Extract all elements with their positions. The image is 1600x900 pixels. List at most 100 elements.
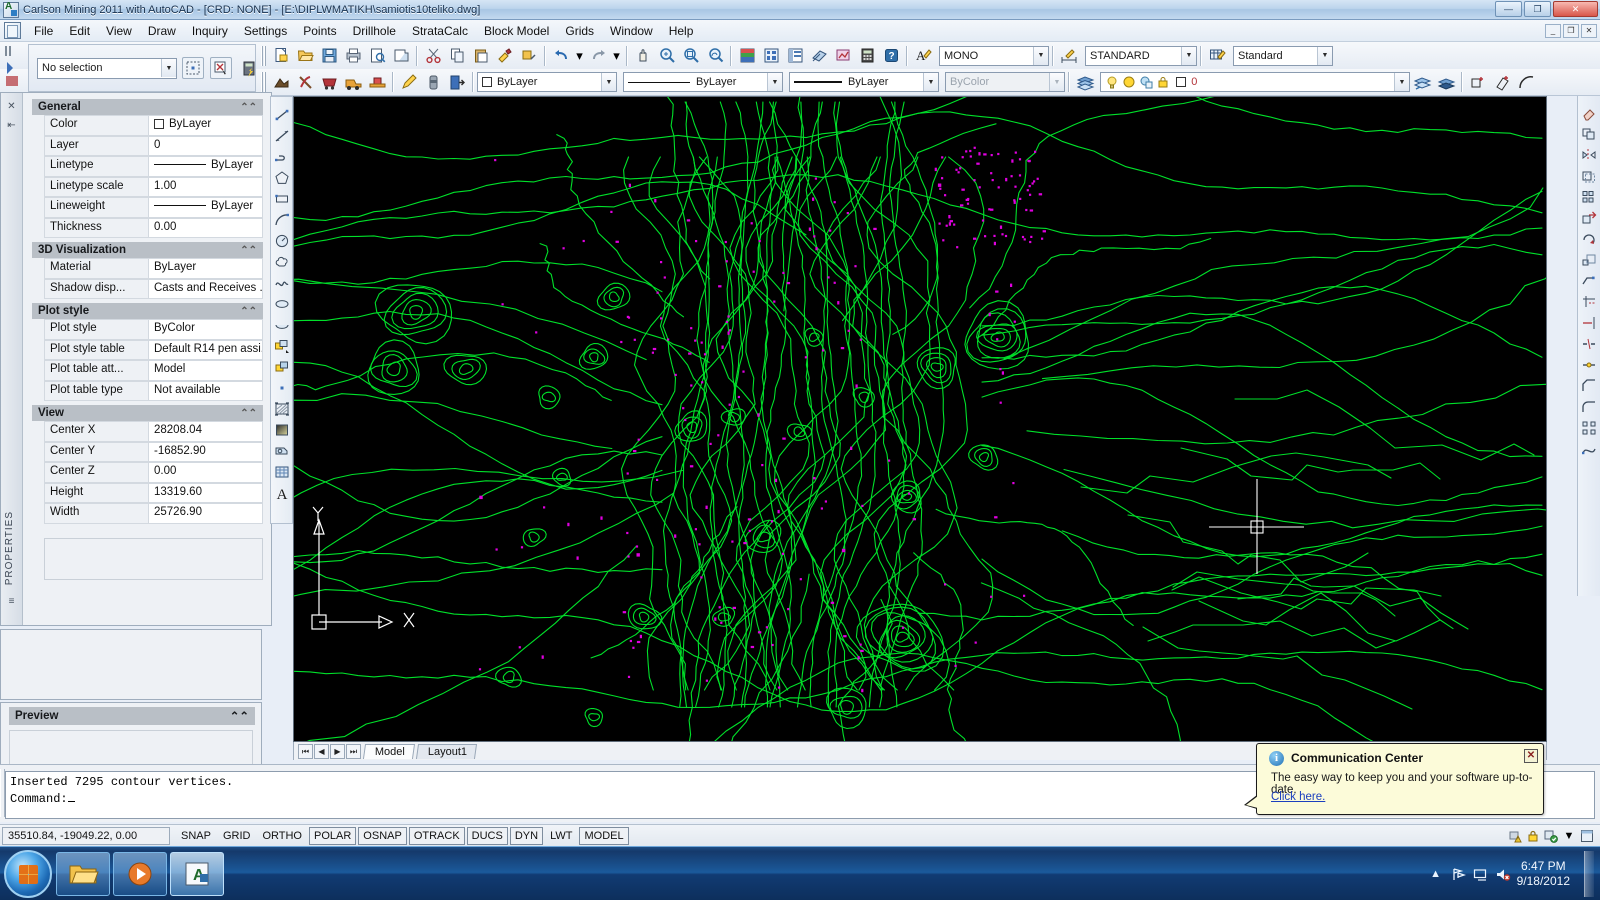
edit-polyline-icon[interactable] [1579,438,1600,459]
construction-line-icon[interactable] [271,125,292,146]
property-value[interactable]: ByLayer [148,156,263,177]
circle-icon[interactable] [271,230,292,251]
undo-dropdown-icon[interactable]: ▾ [574,45,585,67]
mirror-icon[interactable] [1579,144,1600,165]
property-value[interactable]: 0.00 [148,462,263,483]
tab-previous-button[interactable]: ◀ [314,743,329,759]
menu-item-window[interactable]: Window [602,21,661,41]
property-value[interactable]: ByLayer [148,258,263,279]
extend-icon[interactable] [1579,312,1600,333]
mdi-restore-button[interactable]: ❐ [1563,23,1579,38]
menu-item-edit[interactable]: Edit [61,21,98,41]
insert-block-icon[interactable] [1467,71,1489,93]
stretch-icon[interactable] [1579,270,1600,291]
annotation-scale-icon[interactable] [1544,829,1558,843]
chevron-down-icon[interactable]: ▼ [1181,46,1196,65]
mine-cart-icon[interactable] [318,71,340,93]
palette-properties-icon[interactable]: ≡ [4,594,19,609]
property-row[interactable]: Material ByLayer [44,258,263,279]
polygon-icon[interactable] [271,167,292,188]
column-icon[interactable] [422,71,444,93]
match-properties-icon[interactable] [494,45,516,67]
tab-first-button[interactable]: ⏮ [298,743,313,759]
minimize-button[interactable]: — [1495,1,1522,17]
chevron-down-icon[interactable]: ▼ [767,73,782,91]
tool-palettes-icon[interactable] [784,45,806,67]
taskbar-item-media-player[interactable] [113,851,167,896]
table-style-icon[interactable] [1206,45,1228,67]
table-style-combo[interactable]: Standard ▼ [1233,45,1333,66]
cut-icon[interactable] [422,45,444,67]
property-value[interactable]: 25726.90 [148,503,263,524]
warning-icon[interactable]: ! [1508,829,1522,843]
deselect-icon[interactable] [210,57,232,79]
menu-item-inquiry[interactable]: Inquiry [184,21,236,41]
explode-icon[interactable] [1579,417,1600,438]
property-row[interactable]: Plot style table Default R14 pen assi... [44,339,263,360]
markup-icon[interactable] [832,45,854,67]
menu-item-help[interactable]: Help [661,21,702,41]
array-icon[interactable] [1579,186,1600,207]
maximize-viewport-icon[interactable] [1580,829,1594,843]
table-icon[interactable] [271,461,292,482]
plot-preview-icon[interactable] [366,45,388,67]
region-icon[interactable] [271,440,292,461]
erase-icon[interactable] [1579,102,1600,123]
drawing-canvas[interactable] [293,96,1547,742]
ellipse-icon[interactable] [271,293,292,314]
toolbar-grip[interactable] [260,72,267,92]
balloon-link[interactable]: Click here. [1271,791,1325,803]
display-icon[interactable] [1473,867,1487,881]
save-icon[interactable] [318,45,340,67]
zoom-window-icon[interactable] [680,45,702,67]
status-toggle-otrack[interactable]: OTRACK [408,826,465,845]
plot-icon[interactable] [342,45,364,67]
property-value[interactable]: ByLayer [148,197,263,218]
publish-icon[interactable] [390,45,412,67]
status-toggle-ortho[interactable]: ORTHO [257,827,307,845]
paste-icon[interactable] [470,45,492,67]
gradient-icon[interactable] [271,419,292,440]
scale-icon[interactable] [1579,249,1600,270]
status-toggle-dyn[interactable]: DYN [509,826,544,845]
rotate-icon[interactable] [1579,228,1600,249]
revision-cloud-icon[interactable] [271,251,292,272]
status-toggle-ducs[interactable]: DUCS [466,826,508,845]
design-center-icon[interactable] [760,45,782,67]
property-value[interactable]: 0.00 [148,217,263,238]
text-style-combo[interactable]: MONO ▼ [939,45,1049,66]
zoom-realtime-icon[interactable] [656,45,678,67]
chevron-down-icon[interactable]: ▼ [1562,829,1576,843]
maximize-button[interactable]: ❐ [1524,1,1551,17]
tab-model[interactable]: Model [362,743,416,759]
property-value[interactable]: 1.00 [148,176,263,197]
zoom-previous-icon[interactable] [704,45,726,67]
move-icon[interactable] [1579,207,1600,228]
trim-icon[interactable] [1579,291,1600,312]
layer-states-icon[interactable] [1435,71,1457,93]
edit-pencil-icon[interactable] [398,71,420,93]
external-reference-icon[interactable] [1491,71,1513,93]
quick-select-icon[interactable] [182,57,204,79]
menu-item-grids[interactable]: Grids [557,21,602,41]
make-block-icon[interactable] [271,356,292,377]
rectangle-icon[interactable] [271,188,292,209]
property-value[interactable]: Not available [148,380,263,401]
redo-dropdown-icon[interactable]: ▾ [611,45,622,67]
network-icon[interactable] [1451,867,1466,881]
arc-draw-icon[interactable] [1515,71,1537,93]
undo-icon[interactable] [550,45,572,67]
properties-section-header[interactable]: View ⌃⌃ [32,405,263,421]
tab-layout1[interactable]: Layout1 [415,743,478,759]
chevron-down-icon[interactable]: ▼ [923,73,938,91]
property-value[interactable]: ByLayer [148,115,263,136]
coordinate-display[interactable]: 35510.84, -19049.22, 0.00 [2,826,170,845]
menu-item-drillhole[interactable]: Drillhole [345,21,404,41]
property-row[interactable]: Linetype ByLayer [44,156,263,177]
chevron-up-icon[interactable]: ⌃⌃ [230,709,249,723]
chevron-down-icon[interactable]: ▼ [601,73,616,91]
preview-panel-header[interactable]: Preview ⌃⌃ [9,707,255,725]
chevron-up-icon[interactable]: ⌃⌃ [240,102,257,113]
property-row[interactable]: Height 13319.60 [44,482,263,503]
linetype-control-combo[interactable]: ByLayer ▼ [623,72,783,92]
